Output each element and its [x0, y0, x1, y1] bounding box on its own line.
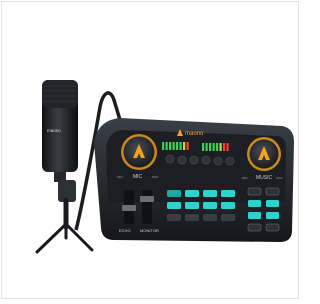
audio-mixer: MIC MIN MAX MUSIC MIN MAX maono ECHO MON… [94, 118, 294, 242]
echo-fader-cap [122, 205, 136, 211]
image-frame: maono MIC MIN MAX MUSIC MIN MAX maono EC… [1, 1, 299, 299]
microphone-brand-text: maono [47, 128, 61, 133]
microphone: maono [42, 80, 78, 202]
music-knob-label: MUSIC [256, 175, 273, 181]
mixer-brand-text: maono [185, 131, 204, 137]
tripod-stand [35, 197, 94, 254]
monitor-fader-cap [140, 196, 154, 202]
monitor-fader-track [142, 190, 152, 224]
product-photo: maono MIC MIN MAX MUSIC MIN MAX maono EC… [35, 80, 294, 254]
mic-max-label: MAX [152, 175, 159, 179]
mic-knob-label: MIC [133, 174, 143, 180]
monitor-label: MONITOR [140, 228, 159, 233]
music-max-label: MAX [276, 176, 283, 180]
music-min-label: MIN [242, 176, 248, 180]
echo-label: ECHO [119, 228, 131, 233]
microphone-grille [42, 80, 78, 108]
mic-min-label: MIN [117, 175, 123, 179]
